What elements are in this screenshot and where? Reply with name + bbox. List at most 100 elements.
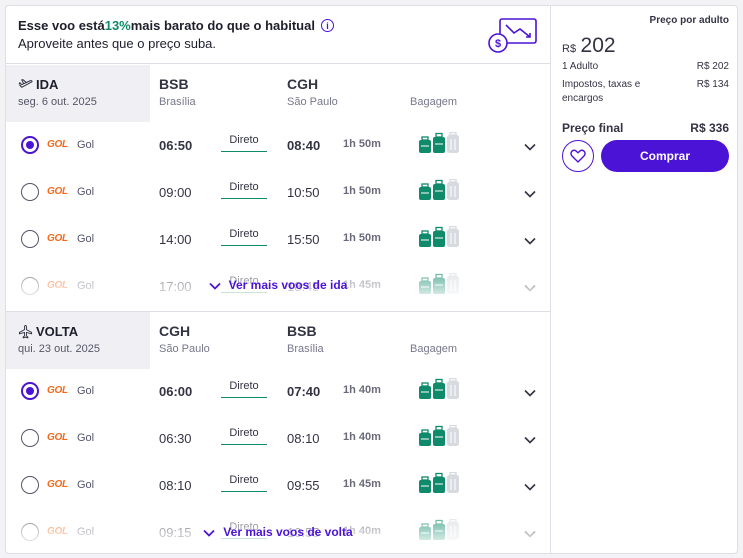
adult-price-value: R$ 202 bbox=[696, 61, 729, 72]
chevron-down-icon bbox=[524, 389, 536, 397]
return-flight-row[interactable]: GOL Gol 06:30 Direto 08:10 1h 40m bbox=[6, 416, 550, 463]
carry-on-icon bbox=[433, 226, 445, 247]
expand-flight-details-button[interactable] bbox=[523, 233, 537, 245]
baggage-icons bbox=[419, 377, 459, 399]
stops-label: Direto bbox=[221, 134, 267, 152]
taxes-value: R$ 134 bbox=[696, 79, 729, 90]
baggage-icons bbox=[419, 225, 459, 247]
expand-flight-details-button[interactable] bbox=[523, 139, 537, 151]
return-label: VOLTA bbox=[36, 324, 79, 339]
baggage-icons bbox=[419, 424, 459, 446]
checked-bag-icon bbox=[447, 377, 459, 399]
banner-subtitle: Aproveite antes que o preço suba. bbox=[18, 36, 217, 51]
arrival-time: 08:40 bbox=[287, 138, 321, 153]
personal-item-icon bbox=[419, 476, 431, 493]
airline-name: Gol bbox=[77, 432, 95, 444]
flight-select-radio[interactable] bbox=[21, 230, 39, 248]
price-drop-icon: $ bbox=[488, 18, 537, 53]
taxes-label-continued: encargos bbox=[562, 93, 604, 104]
chevron-down-icon bbox=[524, 143, 536, 151]
flight-offer-card: Esse voo está 13% mais barato do que o h… bbox=[5, 5, 738, 554]
outbound-destination-code: CGH bbox=[287, 76, 319, 92]
return-section: VOLTA qui. 23 out. 2025 CGH São Paulo BS… bbox=[6, 311, 550, 553]
flight-duration: 1h 50m bbox=[343, 232, 381, 244]
plane-departure-icon bbox=[18, 79, 33, 88]
carry-on-icon bbox=[433, 425, 445, 446]
gol-airline-logo: GOL bbox=[47, 385, 68, 396]
see-more-return-button[interactable]: Ver mais voos de volta bbox=[6, 525, 550, 539]
airline-name: Gol bbox=[77, 385, 95, 397]
chevron-down-icon bbox=[208, 282, 221, 290]
info-icon[interactable]: i bbox=[320, 19, 334, 32]
arrival-time: 10:50 bbox=[287, 185, 320, 200]
banner-text-after: mais barato do que o habitual bbox=[130, 18, 315, 33]
flight-select-radio[interactable] bbox=[21, 183, 39, 201]
flight-duration: 1h 40m bbox=[343, 431, 381, 443]
outbound-flight-row[interactable]: GOL Gol 06:50 Direto 08:40 1h 50m bbox=[6, 123, 550, 170]
gol-airline-logo: GOL bbox=[47, 139, 68, 150]
favorite-button[interactable] bbox=[562, 140, 594, 172]
departure-time: 09:00 bbox=[159, 185, 192, 200]
airline-name: Gol bbox=[77, 186, 95, 198]
taxes-label: Impostos, taxas e bbox=[562, 79, 641, 90]
price-per-adult-header: Preço por adulto bbox=[649, 15, 729, 26]
itinerary-panel: Esse voo está 13% mais barato do que o h… bbox=[6, 6, 550, 553]
expand-flight-details-button[interactable] bbox=[523, 479, 537, 491]
gol-airline-logo: GOL bbox=[47, 233, 68, 244]
outbound-flight-row[interactable]: GOL Gol 09:00 Direto 10:50 1h 50m bbox=[6, 170, 550, 217]
arrival-time: 08:10 bbox=[287, 431, 320, 446]
return-flight-row[interactable]: GOL Gol 08:10 Direto 09:55 1h 45m bbox=[6, 463, 550, 510]
flight-select-radio[interactable] bbox=[21, 136, 39, 154]
flight-select-radio[interactable] bbox=[21, 382, 39, 400]
flight-select-radio[interactable] bbox=[21, 429, 39, 447]
outbound-origin-city: Brasília bbox=[159, 96, 196, 108]
svg-text:$: $ bbox=[495, 38, 501, 50]
checked-bag-icon bbox=[447, 225, 459, 247]
carry-on-icon bbox=[433, 179, 445, 200]
stops-label: Direto bbox=[221, 181, 267, 199]
price-per-adult: R$ 202 bbox=[562, 34, 616, 58]
departure-time: 06:30 bbox=[159, 431, 192, 446]
see-more-outbound-button[interactable]: Ver mais voos de ida bbox=[6, 278, 550, 292]
flight-duration: 1h 45m bbox=[343, 478, 381, 490]
outbound-title: IDA bbox=[18, 77, 58, 92]
price-currency: R$ bbox=[562, 43, 577, 55]
arrival-time: 15:50 bbox=[287, 232, 320, 247]
departure-time: 06:50 bbox=[159, 138, 193, 153]
stops-label: Direto bbox=[221, 474, 267, 492]
flight-select-radio[interactable] bbox=[21, 476, 39, 494]
airline-name: Gol bbox=[77, 479, 95, 491]
return-flight-row[interactable]: GOL Gol 06:00 Direto 07:40 1h 40m bbox=[6, 369, 550, 416]
personal-item-icon bbox=[419, 382, 431, 399]
price-insight-message: Esse voo está 13% mais barato do que o h… bbox=[18, 18, 334, 33]
outbound-origin-code: BSB bbox=[159, 76, 189, 92]
departure-time: 06:00 bbox=[159, 384, 193, 399]
checked-bag-icon bbox=[447, 424, 459, 446]
expand-flight-details-button[interactable] bbox=[523, 385, 537, 397]
outbound-flight-row[interactable]: GOL Gol 14:00 Direto 15:50 1h 50m bbox=[6, 217, 550, 264]
checked-bag-icon bbox=[447, 471, 459, 493]
gol-airline-logo: GOL bbox=[47, 479, 68, 490]
personal-item-icon bbox=[419, 429, 431, 446]
flight-duration: 1h 40m bbox=[343, 384, 381, 396]
stops-label: Direto bbox=[221, 427, 267, 445]
departure-time: 08:10 bbox=[159, 478, 192, 493]
expand-flight-details-button[interactable] bbox=[523, 186, 537, 198]
plane-return-icon bbox=[18, 324, 33, 339]
adult-count-label: 1 Adulto bbox=[562, 61, 599, 72]
airline-name: Gol bbox=[77, 233, 95, 245]
return-date: qui. 23 out. 2025 bbox=[18, 343, 100, 355]
outbound-header: IDA seg. 6 out. 2025 bbox=[6, 65, 150, 122]
final-price-label: Preço final bbox=[562, 121, 624, 135]
flight-duration: 1h 50m bbox=[343, 185, 381, 197]
outbound-baggage-label: Bagagem bbox=[410, 96, 458, 108]
departure-time: 14:00 bbox=[159, 232, 192, 247]
baggage-icons bbox=[419, 178, 459, 200]
chevron-down-icon bbox=[524, 237, 536, 245]
gol-airline-logo: GOL bbox=[47, 186, 68, 197]
outbound-date: seg. 6 out. 2025 bbox=[18, 96, 97, 108]
expand-flight-details-button[interactable] bbox=[523, 432, 537, 444]
banner-discount-percent: 13% bbox=[104, 18, 131, 33]
buy-button[interactable]: Comprar bbox=[601, 140, 729, 172]
chevron-down-icon bbox=[524, 190, 536, 198]
